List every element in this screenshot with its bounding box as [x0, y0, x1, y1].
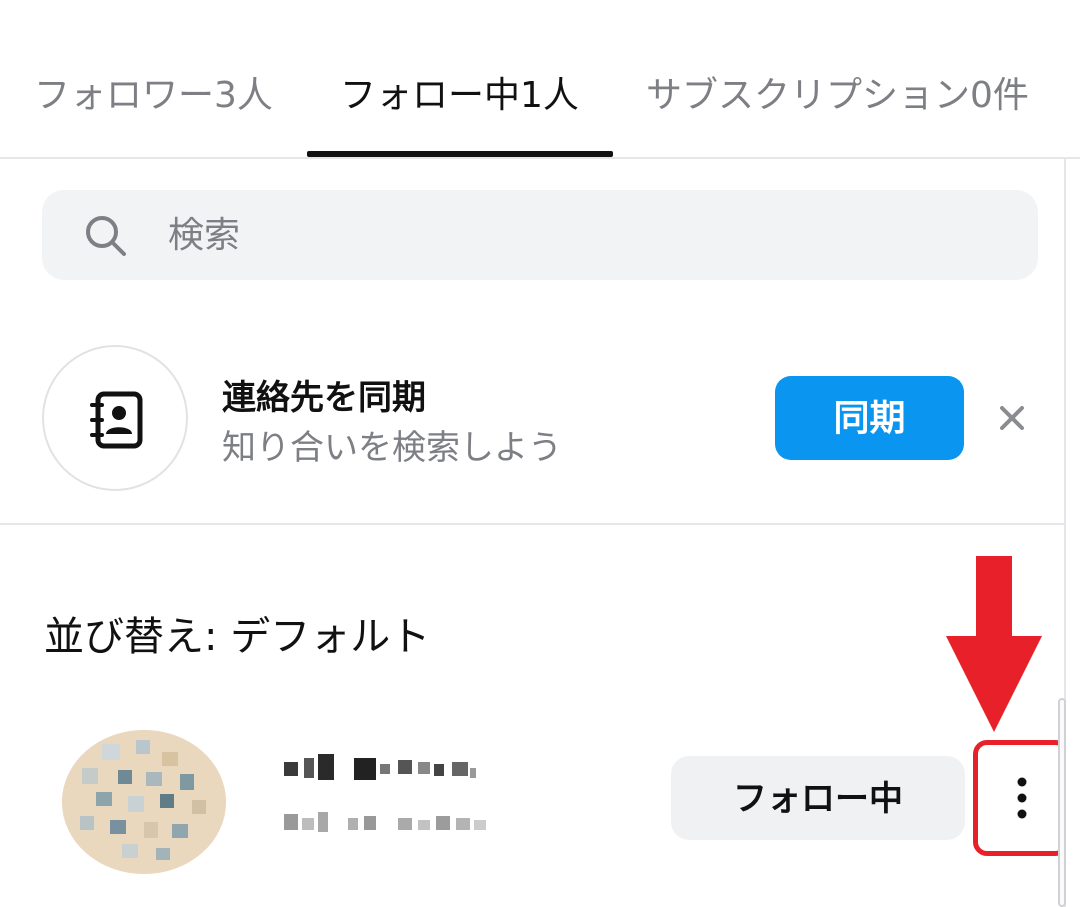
- annotation-arrow-down-icon: [946, 556, 1042, 736]
- sync-contacts-button[interactable]: 同期: [775, 376, 964, 460]
- contact-sync-title: 連絡先を同期: [222, 378, 426, 418]
- tab-following[interactable]: フォロー中1人: [340, 70, 579, 122]
- contact-book-icon: [90, 391, 143, 449]
- tab-subscriptions[interactable]: サブスクリプション0件: [646, 70, 1029, 122]
- user-id-obscured: [284, 808, 488, 842]
- avatar[interactable]: [62, 730, 226, 874]
- close-icon[interactable]: [996, 402, 1028, 438]
- sort-label[interactable]: 並び替え: デフォルト: [44, 604, 430, 662]
- scrollbar[interactable]: [1058, 698, 1066, 907]
- follow-tabs: フォロワー3人 フォロー中1人 サブスクリプション0件: [0, 0, 1080, 158]
- following-button[interactable]: フォロー中: [671, 756, 965, 840]
- contact-sync-avatar: [42, 345, 188, 491]
- user-name-obscured: [284, 752, 478, 790]
- right-rail: [1064, 159, 1080, 907]
- annotation-highlight-box: [973, 740, 1069, 856]
- contact-sync-subtitle: 知り合いを検索しよう: [222, 428, 562, 468]
- tab-followers[interactable]: フォロワー3人: [34, 70, 273, 122]
- search-icon: [84, 214, 128, 262]
- section-divider: [0, 523, 1064, 525]
- tabs-divider: [0, 157, 1080, 159]
- search-input[interactable]: [168, 210, 968, 260]
